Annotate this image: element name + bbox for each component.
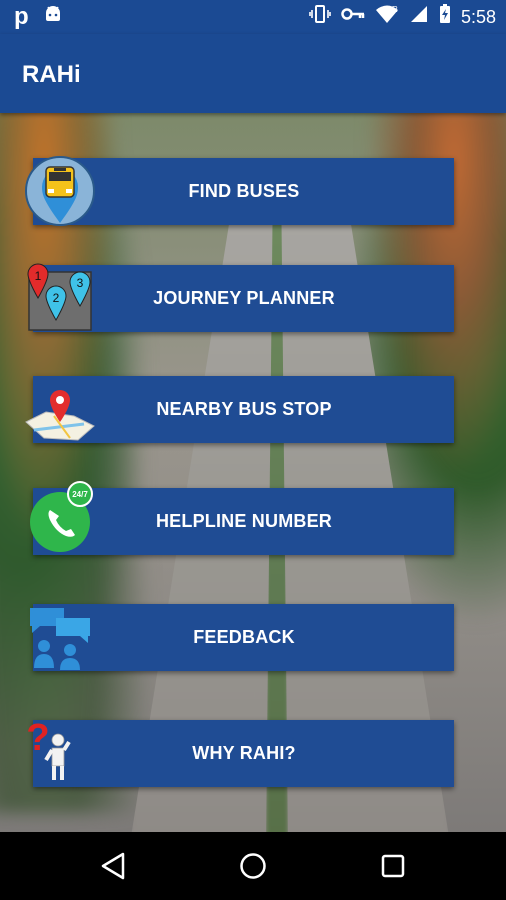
app-title: RAHi (22, 61, 81, 88)
battery-charging-icon (439, 4, 451, 29)
status-bar: p R 5:58 (0, 0, 506, 34)
map-pin-icon (24, 386, 96, 447)
recents-icon[interactable] (377, 850, 409, 882)
vibrate-icon (309, 4, 331, 29)
journey-planner-label: JOURNEY PLANNER (153, 288, 335, 308)
helpline-number-label: HELPLINE NUMBER (155, 511, 332, 531)
bus-pin-icon (24, 155, 96, 232)
p-notification-icon: p (14, 2, 29, 30)
svg-text:3: 3 (77, 276, 84, 290)
find-buses-button[interactable]: FIND BUSES (33, 158, 454, 225)
status-time: 5:58 (460, 6, 496, 27)
phone-24-7-icon: 24/7 (28, 480, 98, 561)
find-buses-label: FIND BUSES (188, 181, 300, 201)
app-bar: RAHi (0, 34, 506, 113)
svg-text:24/7: 24/7 (72, 490, 88, 499)
svg-text:1: 1 (35, 269, 42, 283)
home-icon[interactable] (237, 850, 269, 882)
vpn-key-icon (341, 7, 365, 26)
svg-text:2: 2 (53, 291, 60, 305)
nearby-bus-stop-button[interactable]: NEARBY BUS STOP (33, 376, 454, 443)
wifi-icon: R (375, 4, 399, 29)
svg-text:?: ? (28, 717, 50, 759)
feedback-chat-icon (28, 604, 94, 675)
android-debug-icon (43, 4, 63, 29)
numbered-pins-icon: 1 2 3 (24, 262, 96, 339)
signal-icon (409, 4, 429, 29)
why-rahi-button[interactable]: WHY RAHI? (33, 720, 454, 787)
why-rahi-label: WHY RAHI? (192, 743, 296, 763)
journey-planner-button[interactable]: JOURNEY PLANNER (33, 265, 454, 332)
feedback-label: FEEDBACK (193, 627, 295, 647)
nearby-bus-stop-label: NEARBY BUS STOP (156, 399, 332, 419)
navigation-bar (0, 832, 506, 900)
question-figure-icon: ? (26, 716, 78, 789)
back-icon[interactable] (97, 850, 129, 882)
svg-text:R: R (392, 5, 398, 14)
feedback-button[interactable]: FEEDBACK (33, 604, 454, 671)
